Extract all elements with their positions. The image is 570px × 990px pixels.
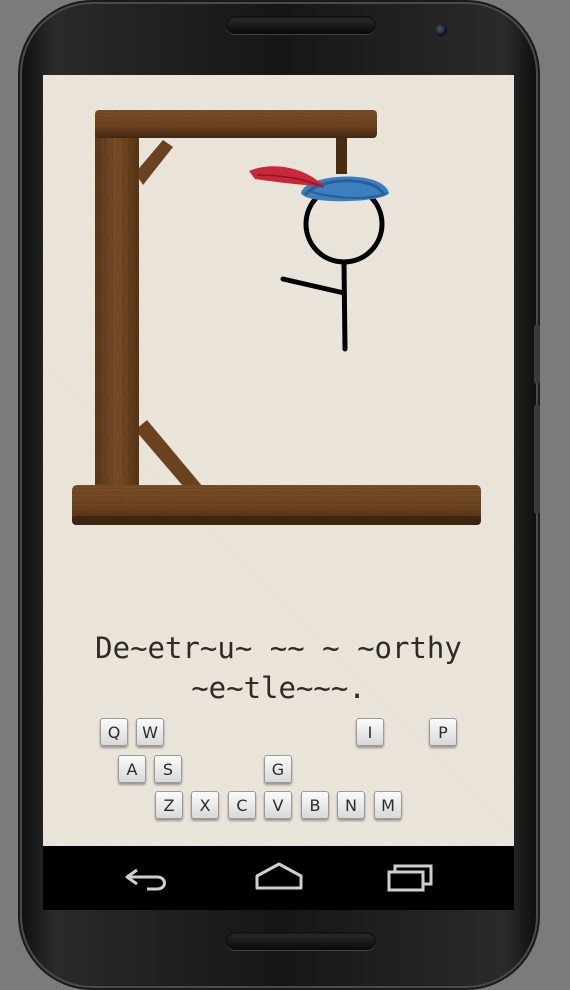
bottom-speaker [226,932,376,950]
key-g[interactable]: G [264,755,292,783]
power-button [534,404,540,514]
key-w[interactable]: W [136,718,164,746]
back-arrow-icon[interactable] [123,858,171,898]
phrase-line-2: ~e~tle~~~. [191,671,366,705]
phrase-line-1: De~etr~u~ ~~ ~ ~orthy [95,631,462,665]
recent-apps-icon[interactable] [385,858,437,898]
gallows-upper-brace [135,140,173,185]
key-b[interactable]: B [301,791,329,819]
hangman-figure [280,183,385,352]
key-p[interactable]: P [429,718,457,746]
figure-body [341,259,348,352]
top-speaker [226,16,376,34]
key-v[interactable]: V [264,791,292,819]
gallows-rope [336,138,347,174]
front-camera [435,24,447,36]
volume-button [534,324,540,384]
key-x[interactable]: X [191,791,219,819]
key-i[interactable]: I [356,718,384,746]
figure-arm [280,276,347,296]
key-n[interactable]: N [337,791,365,819]
key-a[interactable]: A [118,755,146,783]
key-q[interactable]: Q [100,718,128,746]
hangman-scene [72,110,481,525]
game-screen: De~etr~u~ ~~ ~ ~orthy ~e~tle~~~. Q W I P… [43,75,514,846]
key-z[interactable]: Z [155,791,183,819]
gallows-lower-brace [135,420,203,493]
android-nav-bar [43,846,514,910]
key-m[interactable]: M [374,791,402,819]
home-icon[interactable] [253,858,305,898]
hidden-phrase: De~etr~u~ ~~ ~ ~orthy ~e~tle~~~. [43,628,514,708]
key-c[interactable]: C [228,791,256,819]
key-s[interactable]: S [154,755,182,783]
hat-icon [249,166,389,202]
